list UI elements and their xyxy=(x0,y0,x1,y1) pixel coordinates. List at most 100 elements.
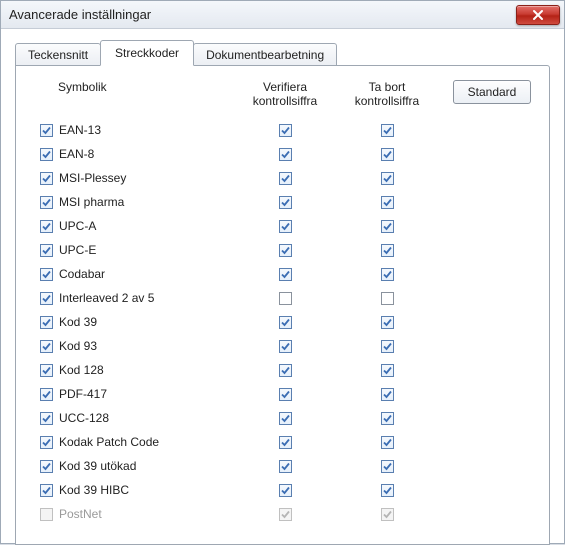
close-icon xyxy=(532,9,544,21)
row-label: Kod 128 xyxy=(53,363,104,377)
table-row: Kod 39 HIBC xyxy=(34,478,438,502)
row-label: UCC-128 xyxy=(53,411,109,425)
table-row: PDF-417 xyxy=(34,382,438,406)
table-row: PostNet xyxy=(34,502,438,526)
tab-fonts[interactable]: Teckensnitt xyxy=(15,43,101,66)
table-row: Codabar xyxy=(34,262,438,286)
checkbox-remove-code39ext[interactable] xyxy=(381,460,394,473)
row-label: Interleaved 2 av 5 xyxy=(53,291,154,305)
row-label: MSI-Plessey xyxy=(53,171,126,185)
table-row: Interleaved 2 av 5 xyxy=(34,286,438,310)
checkbox-verify-msipharma[interactable] xyxy=(279,196,292,209)
checkbox-remove-kodakpatch[interactable] xyxy=(381,436,394,449)
row-label: EAN-8 xyxy=(53,147,94,161)
standard-button[interactable]: Standard xyxy=(453,80,531,104)
checkbox-verify-upce[interactable] xyxy=(279,244,292,257)
tab-docproc[interactable]: Dokumentbearbetning xyxy=(193,43,337,66)
checkbox-verify-codabar[interactable] xyxy=(279,268,292,281)
checkbox-verify-i2of5[interactable] xyxy=(279,292,292,305)
window-content: Teckensnitt Streckkoder Dokumentbearbetn… xyxy=(1,29,564,545)
checkbox-remove-code39[interactable] xyxy=(381,316,394,329)
row-label: PostNet xyxy=(53,507,102,521)
checkbox-symbology-upca[interactable] xyxy=(40,220,53,233)
row-label: UPC-A xyxy=(53,219,96,233)
row-label: Kod 93 xyxy=(53,339,97,353)
checkbox-symbology-code39hibc[interactable] xyxy=(40,484,53,497)
checkbox-verify-pdf417[interactable] xyxy=(279,388,292,401)
checkbox-remove-upce[interactable] xyxy=(381,244,394,257)
checkbox-symbology-codabar[interactable] xyxy=(40,268,53,281)
table-row: MSI pharma xyxy=(34,190,438,214)
table-row: UPC-E xyxy=(34,238,438,262)
checkbox-remove-ean8[interactable] xyxy=(381,148,394,161)
checkbox-remove-i2of5[interactable] xyxy=(381,292,394,305)
checkbox-verify-ean8[interactable] xyxy=(279,148,292,161)
checkbox-symbology-code39ext[interactable] xyxy=(40,460,53,473)
header-symbology: Symbolik xyxy=(34,80,234,108)
window-title: Avancerade inställningar xyxy=(9,7,151,22)
checkbox-remove-ucc128[interactable] xyxy=(381,412,394,425)
table-row: Kod 39 xyxy=(34,310,438,334)
checkbox-verify-code39hibc[interactable] xyxy=(279,484,292,497)
checkbox-remove-ean13[interactable] xyxy=(381,124,394,137)
checkbox-verify-msiplessey[interactable] xyxy=(279,172,292,185)
checkbox-symbology-ucc128[interactable] xyxy=(40,412,53,425)
checkbox-remove-code39hibc[interactable] xyxy=(381,484,394,497)
row-label: Kod 39 HIBC xyxy=(53,483,129,497)
checkbox-remove-postnet xyxy=(381,508,394,521)
row-label: PDF-417 xyxy=(53,387,107,401)
row-label: Kod 39 xyxy=(53,315,97,329)
table-row: UCC-128 xyxy=(34,406,438,430)
table-row: EAN-13 xyxy=(34,118,438,142)
checkbox-verify-postnet xyxy=(279,508,292,521)
checkbox-verify-code39ext[interactable] xyxy=(279,460,292,473)
checkbox-verify-ean13[interactable] xyxy=(279,124,292,137)
checkbox-symbology-msipharma[interactable] xyxy=(40,196,53,209)
row-label: Kod 39 utökad xyxy=(53,459,136,473)
tabbar: Teckensnitt Streckkoder Dokumentbearbetn… xyxy=(15,39,550,65)
checkbox-remove-upca[interactable] xyxy=(381,220,394,233)
checkbox-verify-upca[interactable] xyxy=(279,220,292,233)
checkbox-symbology-upce[interactable] xyxy=(40,244,53,257)
checkbox-remove-pdf417[interactable] xyxy=(381,388,394,401)
checkbox-symbology-i2of5[interactable] xyxy=(40,292,53,305)
checkbox-symbology-code128[interactable] xyxy=(40,364,53,377)
checkbox-verify-kodakpatch[interactable] xyxy=(279,436,292,449)
checkbox-verify-code128[interactable] xyxy=(279,364,292,377)
close-button[interactable] xyxy=(516,5,560,25)
checkbox-symbology-kodakpatch[interactable] xyxy=(40,436,53,449)
checkbox-symbology-pdf417[interactable] xyxy=(40,388,53,401)
checkbox-verify-code93[interactable] xyxy=(279,340,292,353)
checkbox-symbology-msiplessey[interactable] xyxy=(40,172,53,185)
checkbox-symbology-code39[interactable] xyxy=(40,316,53,329)
checkbox-verify-code39[interactable] xyxy=(279,316,292,329)
checkbox-symbology-ean8[interactable] xyxy=(40,148,53,161)
tab-barcodes[interactable]: Streckkoder xyxy=(100,40,194,66)
table-row: UPC-A xyxy=(34,214,438,238)
header-verify: Verifiera kontrollsiffra xyxy=(234,80,336,108)
checkbox-verify-ucc128[interactable] xyxy=(279,412,292,425)
table-row: MSI-Plessey xyxy=(34,166,438,190)
checkbox-remove-msipharma[interactable] xyxy=(381,196,394,209)
checkbox-remove-code93[interactable] xyxy=(381,340,394,353)
advanced-settings-window: Avancerade inställningar Teckensnitt Str… xyxy=(0,0,565,544)
row-label: EAN-13 xyxy=(53,123,101,137)
checkbox-remove-msiplessey[interactable] xyxy=(381,172,394,185)
table-row: EAN-8 xyxy=(34,142,438,166)
row-label: Kodak Patch Code xyxy=(53,435,159,449)
table-row: Kod 128 xyxy=(34,358,438,382)
barcode-table: EAN-13 EAN-8 MSI-Plessey MSI pharma UPC-A UPC… xyxy=(34,118,438,526)
row-label: UPC-E xyxy=(53,243,96,257)
checkbox-remove-codabar[interactable] xyxy=(381,268,394,281)
checkbox-symbology-code93[interactable] xyxy=(40,340,53,353)
row-label: MSI pharma xyxy=(53,195,124,209)
table-row: Kod 93 xyxy=(34,334,438,358)
checkbox-symbology-ean13[interactable] xyxy=(40,124,53,137)
tab-panel-barcodes: Standard Symbolik Verifiera kontrollsiff… xyxy=(15,65,550,545)
titlebar: Avancerade inställningar xyxy=(1,1,564,29)
table-row: Kodak Patch Code xyxy=(34,430,438,454)
row-label: Codabar xyxy=(53,267,105,281)
checkbox-symbology-postnet xyxy=(40,508,53,521)
checkbox-remove-code128[interactable] xyxy=(381,364,394,377)
header-remove: Ta bort kontrollsiffra xyxy=(336,80,438,108)
